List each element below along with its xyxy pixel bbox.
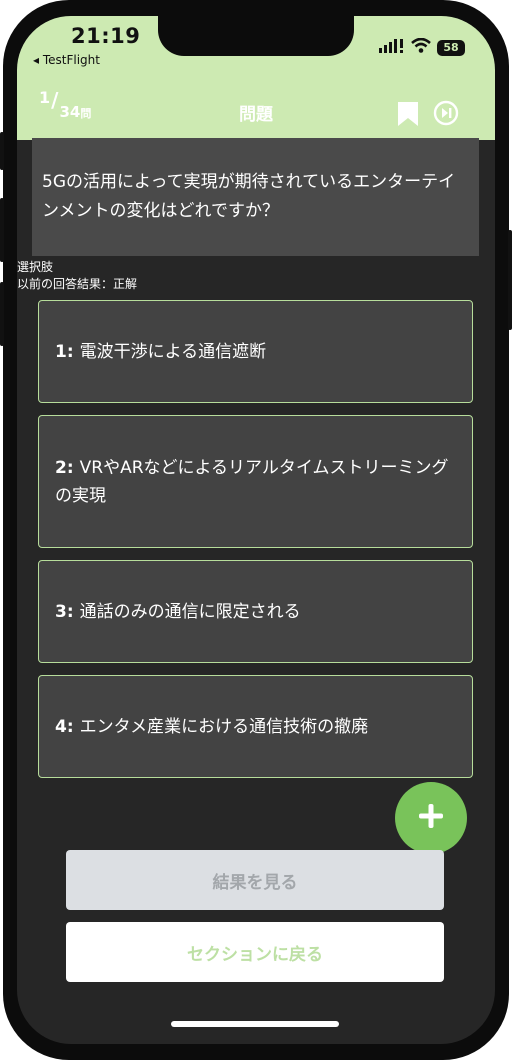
choice-number: 2: [55, 457, 74, 478]
choice-1[interactable]: 1: 電波干渉による通信遮断 [38, 300, 473, 403]
plus-icon [418, 803, 444, 833]
bookmark-icon[interactable] [397, 102, 419, 130]
choice-text: 電波干渉による通信遮断 [79, 341, 267, 362]
skip-forward-icon[interactable] [433, 100, 459, 130]
choice-text: エンタメ産業における通信技術の撤廃 [79, 716, 369, 737]
choice-4[interactable]: 4: エンタメ産業における通信技術の撤廃 [38, 675, 473, 778]
choice-text: 通話のみの通信に限定される [79, 601, 301, 622]
silent-switch [0, 132, 4, 170]
status-icons: 58 [379, 37, 465, 57]
choices-label: 選択肢 [17, 260, 54, 274]
choice-number: 1: [55, 341, 74, 362]
status-bar: 21:19 ◂ TestFlight 58 [17, 16, 495, 82]
add-button[interactable] [395, 782, 467, 854]
header-bar: 1/34問 問題 [17, 82, 495, 140]
choice-2[interactable]: 2: VRやARなどによるリアルタイムストリーミングの実現 [38, 415, 473, 548]
wifi-icon [411, 37, 431, 57]
back-to-section-button[interactable]: セクションに戻る [66, 922, 444, 982]
previous-result: 以前の回答結果：正解 [17, 277, 138, 291]
choice-3[interactable]: 3: 通話のみの通信に限定される [38, 560, 473, 663]
status-time: 21:19 [71, 24, 141, 48]
volume-up-button [0, 198, 4, 262]
notch [158, 16, 354, 56]
choice-number: 4: [55, 716, 74, 737]
signal-icon [379, 38, 405, 57]
app-screen: 21:19 ◂ TestFlight 58 1/34問 問題 5Gの活用によって… [17, 16, 495, 1044]
question-text: 5Gの活用によって実現が期待されているエンターテインメントの変化はどれですか？ [32, 138, 479, 256]
volume-down-button [0, 282, 4, 346]
home-indicator[interactable] [171, 1021, 339, 1027]
back-to-testflight[interactable]: ◂ TestFlight [33, 53, 100, 67]
see-results-button[interactable]: 結果を見る [66, 850, 444, 910]
choice-text: VRやARなどによるリアルタイムストリーミングの実現 [55, 457, 449, 506]
power-button [508, 230, 512, 330]
battery-icon: 58 [437, 39, 465, 56]
choice-number: 3: [55, 601, 74, 622]
page-title: 問題 [239, 105, 273, 125]
